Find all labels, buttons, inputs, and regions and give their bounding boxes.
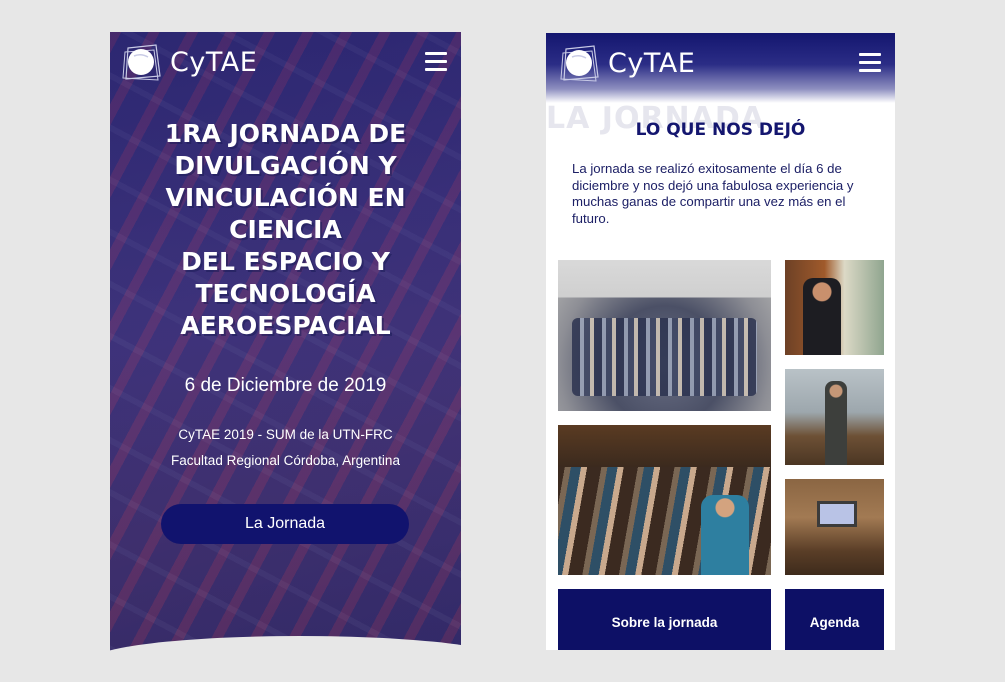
logo[interactable]: CyTAE bbox=[558, 41, 695, 85]
hero-title-line: Divulgación y bbox=[174, 151, 397, 180]
bottom-curve bbox=[110, 636, 461, 652]
section-title: LO QUE NOS DEJÓ bbox=[635, 120, 806, 140]
left-phone-screen: CyTAE 1ra Jornada de Divulgación y Vincu… bbox=[110, 32, 461, 652]
event-venue: CyTAE 2019 - SUM de la UTN-FRC bbox=[178, 427, 393, 442]
hamburger-menu-icon[interactable] bbox=[859, 53, 881, 73]
audience-photo[interactable] bbox=[558, 425, 771, 575]
hero-title-line: Aeroespacial bbox=[180, 311, 391, 340]
globe-logo-icon bbox=[120, 40, 164, 84]
logo-text: CyTAE bbox=[608, 47, 696, 79]
globe-logo-icon bbox=[558, 41, 602, 85]
hero-title-line: 1ra Jornada de bbox=[164, 119, 407, 148]
speaker-photo[interactable] bbox=[785, 369, 884, 465]
hamburger-menu-icon[interactable] bbox=[425, 52, 447, 72]
agenda-button[interactable]: Agenda bbox=[785, 589, 884, 650]
event-place: Facultad Regional Córdoba, Argentina bbox=[171, 453, 400, 468]
auditorium-photo[interactable] bbox=[785, 479, 884, 575]
event-date: 6 de Diciembre de 2019 bbox=[184, 375, 387, 396]
group-photo[interactable] bbox=[558, 260, 771, 411]
hero-title-line: del Espacio y bbox=[181, 247, 390, 276]
sobre-la-jornada-button[interactable]: Sobre la jornada bbox=[558, 589, 771, 650]
header: CyTAE bbox=[546, 33, 895, 103]
speaker-photo[interactable] bbox=[785, 260, 884, 355]
logo-text: CyTAE bbox=[170, 46, 258, 78]
hero-title: 1ra Jornada de Divulgación y Vinculación… bbox=[110, 118, 461, 342]
section-text: La jornada se realizó exitosamente el dí… bbox=[572, 161, 854, 226]
logo[interactable]: CyTAE bbox=[120, 40, 257, 84]
la-jornada-button[interactable]: La Jornada bbox=[161, 504, 409, 544]
header: CyTAE bbox=[110, 32, 461, 94]
right-phone-screen: LA JORNADA CyTAE LO QUE NOS DEJÓ La jorn… bbox=[546, 33, 895, 650]
hero-title-line: Vinculación en Ciencia bbox=[165, 183, 406, 244]
hero-title-line: Tecnología bbox=[195, 279, 376, 308]
